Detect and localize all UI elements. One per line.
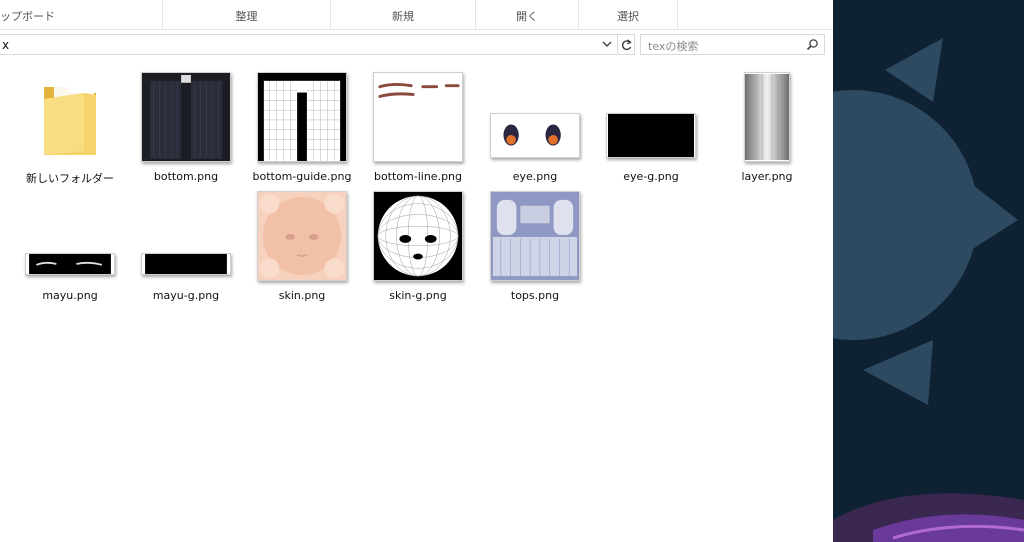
thumbnail: [247, 186, 357, 286]
list-item-bottom-line[interactable]: bottom-line.png: [363, 67, 473, 185]
file-name: skin-g.png: [389, 289, 447, 302]
image-thumbnail: [141, 253, 231, 275]
ribbon-group-label: 開く: [516, 10, 538, 23]
thumbnail: [247, 67, 357, 167]
thumbnail: [596, 67, 706, 167]
refresh-button[interactable]: [618, 34, 635, 55]
file-name: eye-g.png: [623, 170, 679, 183]
ribbon-group-open[interactable]: 開く: [476, 0, 579, 30]
file-name: skin.png: [278, 289, 326, 302]
search-placeholder: texの検索: [648, 40, 699, 53]
ribbon-group-label: 新規: [392, 10, 414, 23]
thumbnail: [480, 67, 590, 167]
list-item-bottom-guide[interactable]: bottom-guide.png: [247, 67, 357, 185]
address-path: x: [2, 38, 10, 52]
image-thumbnail: [25, 253, 115, 275]
file-name: 新しいフォルダー: [26, 172, 114, 185]
wallpaper-art: [833, 0, 1024, 542]
file-name: tops.png: [510, 289, 560, 302]
file-name: bottom.png: [153, 170, 219, 183]
thumbnail: [363, 186, 473, 286]
list-item-eye-g[interactable]: eye-g.png: [596, 67, 706, 185]
image-thumbnail: [141, 72, 231, 162]
image-thumbnail: [373, 191, 463, 281]
chevron-down-icon[interactable]: [601, 38, 613, 51]
address-bar[interactable]: x: [0, 34, 618, 55]
image-thumbnail: [257, 191, 347, 281]
ribbon-group-organize[interactable]: 整理: [163, 0, 331, 30]
list-item-layer[interactable]: layer.png: [712, 67, 822, 185]
list-item-bottom[interactable]: bottom.png: [131, 67, 241, 185]
refresh-icon: [621, 39, 632, 51]
ribbon: ップボード 整理 新規 開く 選択: [0, 0, 833, 30]
file-name: mayu-g.png: [152, 289, 220, 302]
address-row: x texの検索: [0, 30, 833, 60]
image-thumbnail: [373, 72, 463, 162]
file-name: bottom-guide.png: [252, 170, 352, 183]
thumbnail: [15, 186, 125, 286]
thumbnail: [131, 186, 241, 286]
image-thumbnail: [606, 112, 696, 158]
thumbnail: [480, 186, 590, 286]
list-item-mayu-g[interactable]: mayu-g.png: [131, 186, 241, 304]
explorer-window: ップボード 整理 新規 開く 選択 x texの検索 新しいフォルダー bott…: [0, 0, 833, 542]
ribbon-group-label: 選択: [617, 10, 639, 23]
ribbon-group-label: ップボード: [0, 10, 55, 23]
folder-icon: [44, 83, 96, 155]
file-name: eye.png: [512, 170, 558, 183]
thumbnail: [15, 67, 125, 167]
list-item-eye[interactable]: eye.png: [480, 67, 590, 185]
desktop-wallpaper: [833, 0, 1024, 542]
list-item-folder[interactable]: 新しいフォルダー: [15, 67, 125, 185]
file-name: bottom-line.png: [373, 170, 463, 183]
list-item-skin[interactable]: skin.png: [247, 186, 357, 304]
ribbon-group-label: 整理: [235, 10, 258, 23]
image-thumbnail: [490, 112, 580, 158]
thumbnail: [712, 67, 822, 167]
file-name: mayu.png: [42, 289, 98, 302]
thumbnail: [131, 67, 241, 167]
ribbon-group-new[interactable]: 新規: [331, 0, 476, 30]
list-item-skin-g[interactable]: skin-g.png: [363, 186, 473, 304]
image-thumbnail: [490, 191, 580, 281]
list-item-mayu[interactable]: mayu.png: [15, 186, 125, 304]
image-thumbnail: [744, 72, 790, 162]
thumbnail: [363, 67, 473, 167]
file-name: layer.png: [741, 170, 793, 183]
ribbon-group-clipboard[interactable]: ップボード: [0, 0, 163, 30]
image-thumbnail: [257, 72, 347, 162]
search-icon[interactable]: [806, 38, 819, 51]
list-item-tops[interactable]: tops.png: [480, 186, 590, 304]
search-input[interactable]: texの検索: [640, 34, 825, 55]
ribbon-group-select[interactable]: 選択: [579, 0, 678, 30]
